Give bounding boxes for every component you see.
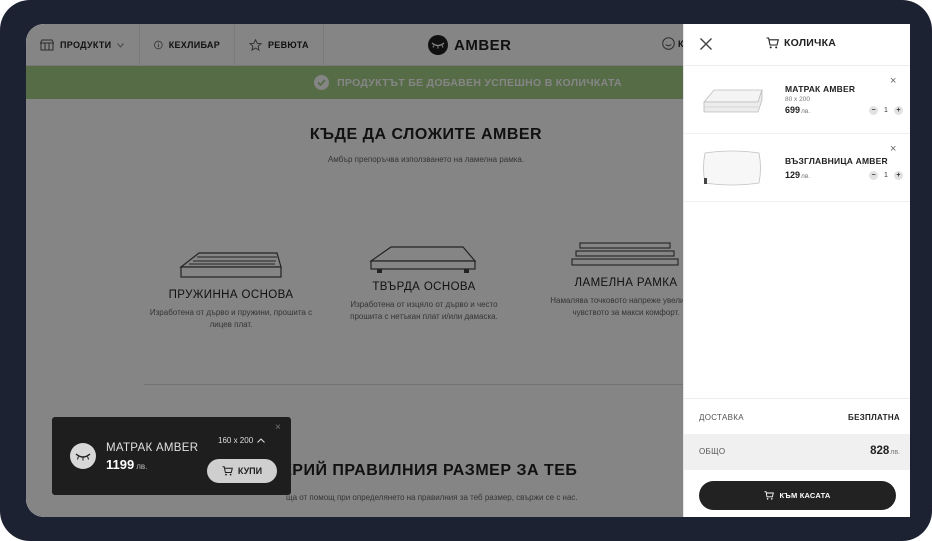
sticky-product-price: 1199 лв. bbox=[106, 457, 147, 472]
buy-button[interactable]: КУПИ bbox=[207, 459, 277, 483]
total-amount: 828 bbox=[870, 445, 890, 457]
cart-title-label: КОЛИЧКА bbox=[784, 37, 836, 49]
cart-item-price-currency: лв. bbox=[801, 108, 811, 115]
increase-qty-button[interactable]: + bbox=[893, 171, 903, 180]
cart-drawer: КОЛИЧКА МАТРАК AMBER 80 x 200 699лв. × −… bbox=[683, 24, 910, 517]
shipping-value: БЕЗПЛАТНА bbox=[848, 413, 900, 422]
shipping-row: ДОСТАВКА БЕЗПЛАТНА bbox=[684, 398, 910, 436]
increase-qty-button[interactable]: + bbox=[893, 106, 903, 115]
mattress-thumbnail bbox=[703, 89, 763, 113]
device-frame: ПРОДУКТИ КЕХЛИБАР РЕВЮТА AMBER К ПРОДУКТ… bbox=[0, 0, 932, 541]
cart-icon bbox=[766, 37, 779, 49]
checkout-button[interactable]: КЪМ КАСАТА bbox=[699, 481, 896, 510]
cart-item-price: 129лв. bbox=[785, 170, 810, 180]
cart-icon bbox=[764, 491, 775, 500]
cart-item-price-value: 129 bbox=[785, 170, 801, 180]
cart-icon bbox=[222, 466, 233, 476]
sticky-price-currency: лв. bbox=[136, 462, 148, 471]
sticky-price-value: 1199 bbox=[106, 457, 135, 472]
sleeping-eye-icon bbox=[70, 443, 96, 469]
total-currency: лв. bbox=[890, 449, 900, 456]
size-selector[interactable]: 160 x 200 bbox=[218, 436, 265, 445]
decrease-qty-button[interactable]: − bbox=[869, 106, 878, 115]
pillow-thumbnail bbox=[703, 150, 761, 186]
cart-title: КОЛИЧКА bbox=[766, 37, 836, 49]
cart-item: ВЪЗГЛАВНИЦА AMBER 129лв. × − 1 + bbox=[684, 134, 910, 202]
quantity-stepper: − 1 + bbox=[869, 106, 903, 115]
cart-item-price-currency: лв. bbox=[801, 173, 811, 180]
sticky-close-icon[interactable]: × bbox=[275, 422, 281, 433]
browser-viewport: ПРОДУКТИ КЕХЛИБАР РЕВЮТА AMBER К ПРОДУКТ… bbox=[26, 24, 910, 517]
cart-item-price: 699лв. bbox=[785, 105, 810, 115]
remove-item-icon[interactable]: × bbox=[890, 76, 896, 87]
buy-button-label: КУПИ bbox=[237, 466, 263, 476]
cart-item: МАТРАК AMBER 80 x 200 699лв. × − 1 + bbox=[684, 66, 910, 134]
quantity-value: 1 bbox=[884, 107, 888, 114]
cart-item-name: МАТРАК AMBER bbox=[785, 84, 856, 94]
quantity-stepper: − 1 + bbox=[869, 171, 903, 180]
quantity-value: 1 bbox=[884, 172, 888, 179]
checkout-label: КЪМ КАСАТА bbox=[779, 491, 831, 500]
sticky-product-name: МАТРАК AMBER bbox=[106, 442, 199, 454]
size-selector-value: 160 x 200 bbox=[218, 436, 254, 445]
total-label: ОБЩО bbox=[699, 447, 726, 456]
cart-header: КОЛИЧКА bbox=[684, 24, 910, 66]
shipping-label: ДОСТАВКА bbox=[699, 413, 744, 422]
sticky-product-bar: МАТРАК AMBER 1199 лв. 160 x 200 КУПИ × bbox=[52, 417, 291, 495]
close-icon[interactable] bbox=[698, 36, 714, 52]
remove-item-icon[interactable]: × bbox=[890, 144, 896, 155]
decrease-qty-button[interactable]: − bbox=[869, 171, 878, 180]
total-row: ОБЩО 828лв. bbox=[684, 434, 910, 470]
cart-item-price-value: 699 bbox=[785, 105, 801, 115]
cart-item-name: ВЪЗГЛАВНИЦА AMBER bbox=[785, 156, 888, 166]
chevron-up-icon bbox=[257, 438, 265, 443]
cart-item-size: 80 x 200 bbox=[785, 96, 810, 103]
total-value: 828лв. bbox=[870, 445, 900, 457]
